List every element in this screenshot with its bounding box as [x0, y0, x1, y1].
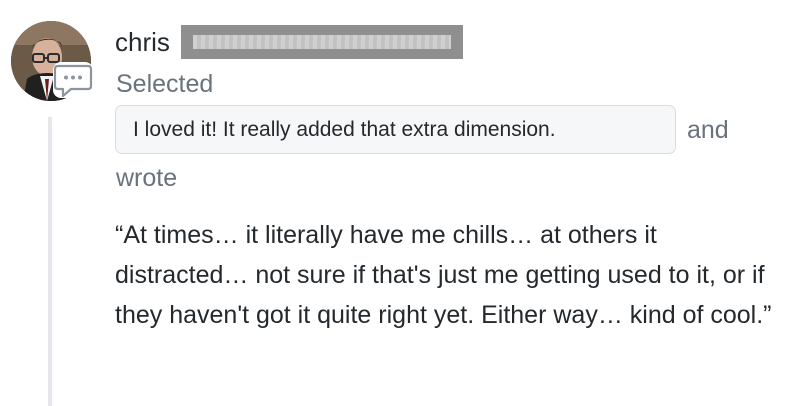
wrote-label: wrote	[116, 164, 178, 192]
speech-bubble-ellipsis-icon	[53, 64, 93, 98]
selected-choice-chip: I loved it! It really added that extra d…	[115, 105, 676, 154]
redacted-user-name	[181, 25, 463, 59]
username[interactable]: chris	[115, 25, 170, 59]
thread-line	[48, 117, 52, 406]
comment-text: “At times… it literally have me chills… …	[115, 221, 772, 329]
selected-label: Selected	[116, 70, 214, 98]
redaction-pattern	[193, 35, 451, 49]
comment-badge	[53, 62, 93, 98]
connector-label: and	[687, 116, 729, 144]
